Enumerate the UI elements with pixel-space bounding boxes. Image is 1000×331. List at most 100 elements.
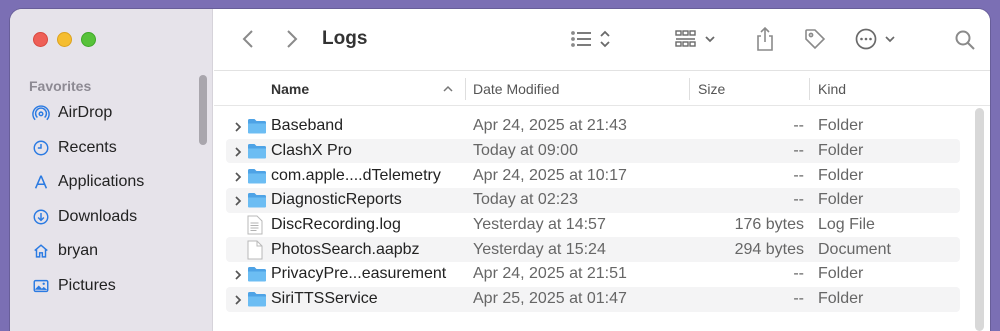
sidebar-item-label: Pictures <box>58 277 116 294</box>
sidebar-item-pictures[interactable]: Pictures <box>30 273 116 299</box>
file-name: DiagnosticReports <box>271 191 402 209</box>
file-name: PhotosSearch.aapbz <box>271 240 420 258</box>
folder-icon <box>247 142 267 160</box>
share-icon[interactable] <box>754 25 776 53</box>
sidebar-item-label: Recents <box>58 139 117 156</box>
sidebar-item-home[interactable]: bryan <box>30 238 98 264</box>
column-header-size[interactable]: Size <box>698 72 725 106</box>
file-name: DiscRecording.log <box>271 216 401 234</box>
file-row[interactable]: com.apple....dTelemetry Apr 24, 2025 at 1… <box>226 163 960 188</box>
folder-title: Logs <box>322 28 368 49</box>
column-header-kind[interactable]: Kind <box>818 72 846 106</box>
column-header-date[interactable]: Date Modified <box>473 72 559 106</box>
grid-group-icon[interactable] <box>674 27 722 51</box>
file-kind: Folder <box>818 117 864 135</box>
download-icon <box>30 206 52 228</box>
main-pane: Logs Name Date Modified Size Kind Baseba… <box>214 9 990 331</box>
file-size: -- <box>793 117 804 135</box>
disclosure-chevron-icon[interactable] <box>232 194 244 207</box>
file-size: -- <box>793 166 804 184</box>
chevron-left-icon[interactable] <box>238 27 258 51</box>
folder-icon <box>247 265 267 283</box>
sidebar-item-label: bryan <box>58 242 99 259</box>
column-divider[interactable] <box>465 78 466 100</box>
file-row[interactable]: SiriTTSService Apr 25, 2025 at 01:47 -- Fol… <box>226 286 960 312</box>
sidebar-section-favorites: Favorites <box>29 78 92 94</box>
file-kind: Folder <box>818 191 864 209</box>
file-size: -- <box>793 265 804 283</box>
toolbar: Logs <box>214 9 990 71</box>
file-size: -- <box>793 142 804 160</box>
minimize-button[interactable] <box>57 32 72 47</box>
file-name: com.apple....dTelemetry <box>271 166 441 184</box>
file-row[interactable]: PhotosSearch.aapbz Yesterday at 15:24 294 … <box>226 237 960 263</box>
photo-icon <box>30 275 52 297</box>
column-divider[interactable] <box>809 78 810 100</box>
sidebar-item-applications[interactable]: Applications <box>30 169 144 195</box>
disclosure-chevron-icon[interactable] <box>232 293 244 305</box>
sidebar-item-recents[interactable]: Recents <box>30 135 117 161</box>
file-kind: Folder <box>818 166 864 184</box>
file-date: Apr 24, 2025 at 21:43 <box>473 117 627 135</box>
sidebar-item-downloads[interactable]: Downloads <box>30 204 137 230</box>
file-date: Today at 02:23 <box>473 191 578 209</box>
file-name: Baseband <box>271 117 344 135</box>
column-divider[interactable] <box>689 78 690 100</box>
sort-chevron-up-icon[interactable] <box>442 72 454 106</box>
file-list: Baseband Apr 24, 2025 at 21:43 -- Folder Cla… <box>226 114 960 312</box>
document-icon <box>247 240 267 260</box>
search-icon[interactable] <box>952 27 978 53</box>
sidebar-item-label: Downloads <box>58 208 138 225</box>
file-date: Today at 09:00 <box>473 142 578 160</box>
file-row[interactable]: DiagnosticReports Today at 02:23 -- Folder <box>226 188 960 213</box>
home-icon <box>30 240 52 262</box>
disclosure-chevron-icon[interactable] <box>232 170 244 182</box>
disclosure-chevron-icon[interactable] <box>232 268 244 281</box>
column-header-row: Name Date Modified Size Kind <box>214 72 990 106</box>
file-date: Apr 25, 2025 at 01:47 <box>473 290 627 308</box>
file-kind: Document <box>818 240 891 258</box>
file-date: Apr 24, 2025 at 10:17 <box>473 166 627 184</box>
close-button[interactable] <box>33 32 48 47</box>
file-name: PrivacyPre...easurement <box>271 265 447 283</box>
zoom-button[interactable] <box>81 32 96 47</box>
sidebar-item-label: Applications <box>58 173 145 190</box>
sidebar-item-airdrop[interactable]: AirDrop <box>30 100 112 126</box>
file-size: 176 bytes <box>734 216 804 234</box>
applications-icon <box>30 171 52 193</box>
tag-icon[interactable] <box>802 26 828 52</box>
finder-window: Favorites AirDrop Recents Applications D… <box>10 9 990 331</box>
airdrop-icon <box>30 102 52 124</box>
file-date: Yesterday at 15:24 <box>473 240 606 258</box>
file-date: Apr 24, 2025 at 21:51 <box>473 265 627 283</box>
file-kind: Folder <box>818 290 864 308</box>
file-size: -- <box>793 191 804 209</box>
file-row[interactable]: DiscRecording.log Yesterday at 14:57 176 b… <box>226 213 960 238</box>
sidebar-scrollbar[interactable] <box>199 75 207 145</box>
disclosure-chevron-icon[interactable] <box>232 120 244 132</box>
file-date: Yesterday at 14:57 <box>473 216 606 234</box>
file-size: -- <box>793 290 804 308</box>
chevron-right-icon[interactable] <box>282 27 302 51</box>
file-kind: Log File <box>818 216 875 234</box>
file-row[interactable]: ClashX Pro Today at 09:00 -- Folder <box>226 138 960 164</box>
file-row[interactable]: Baseband Apr 24, 2025 at 21:43 -- Folder <box>226 114 960 139</box>
file-name: ClashX Pro <box>271 142 352 160</box>
clock-icon <box>30 137 52 159</box>
folder-icon <box>247 117 267 135</box>
disclosure-chevron-icon[interactable] <box>232 145 244 157</box>
list-view-icon[interactable] <box>570 27 618 51</box>
list-scrollbar[interactable] <box>975 108 984 331</box>
ellipsis-circle-icon[interactable] <box>854 27 902 51</box>
file-kind: Folder <box>818 142 864 160</box>
file-size: 294 bytes <box>734 240 804 258</box>
file-row[interactable]: PrivacyPre...easurement Apr 24, 2025 at 2… <box>226 262 960 287</box>
folder-icon <box>247 290 267 308</box>
folder-icon <box>247 191 267 209</box>
file-kind: Folder <box>818 265 864 283</box>
window-controls <box>33 32 96 47</box>
file-name: SiriTTSService <box>271 290 378 308</box>
column-header-name[interactable]: Name <box>271 72 309 106</box>
sidebar-item-label: AirDrop <box>58 104 113 121</box>
folder-icon <box>247 167 267 185</box>
